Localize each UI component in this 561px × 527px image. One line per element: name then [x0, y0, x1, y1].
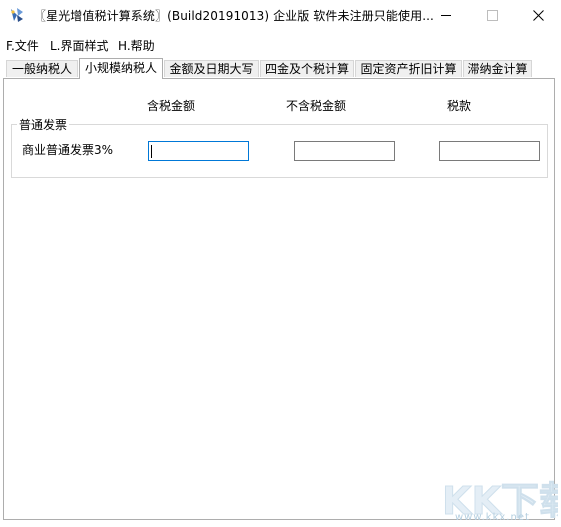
tax-inclusive-amount-input[interactable]	[148, 141, 249, 161]
tab-small-scale-taxpayer[interactable]: 小规模纳税人	[79, 58, 163, 79]
watermark-site: www.kkx.net	[455, 512, 530, 523]
menu-help[interactable]: H.帮助	[118, 37, 155, 54]
window-title: 〖星光增值税计算系统〗(Build20191013) 企业版 软件未注册只能使用…	[34, 9, 434, 23]
minimize-icon	[441, 15, 451, 16]
maximize-button[interactable]	[469, 0, 515, 31]
minimize-button[interactable]	[423, 0, 469, 31]
tax-exclusive-amount-input[interactable]	[294, 141, 395, 161]
menu-ui-style[interactable]: L.界面样式	[50, 37, 109, 54]
menu-file[interactable]: F.文件	[6, 37, 39, 54]
tab-strip: 一般纳税人 小规模纳税人 金额及日期大写 四金及个税计算 固定资产折旧计算 滞纳…	[0, 58, 561, 79]
tab-amount-date-uppercase[interactable]: 金额及日期大写	[164, 60, 259, 77]
maximize-icon	[487, 10, 498, 21]
close-icon	[533, 10, 544, 21]
group-title: 普通发票	[17, 116, 70, 133]
tab-fixed-asset-depreciation[interactable]: 固定资产折旧计算	[355, 60, 462, 77]
column-header-tax: 税款	[447, 99, 472, 113]
tab-late-fee[interactable]: 滞纳金计算	[463, 60, 532, 77]
text-caret	[151, 145, 152, 158]
close-button[interactable]	[515, 0, 561, 31]
app-window: 〖星光增值税计算系统〗(Build20191013) 企业版 软件未注册只能使用…	[0, 0, 561, 527]
tax-amount-input[interactable]	[439, 141, 540, 161]
column-header-tax-exclusive: 不含税金额	[286, 99, 347, 113]
row-label-commercial-invoice: 商业普通发票3%	[22, 143, 114, 157]
column-header-tax-inclusive: 含税金额	[147, 99, 196, 113]
tab-social-insurance-income-tax[interactable]: 四金及个税计算	[260, 60, 354, 77]
tab-general-taxpayer[interactable]: 一般纳税人	[6, 60, 78, 77]
title-bar[interactable]: 〖星光增值税计算系统〗(Build20191013) 企业版 软件未注册只能使用…	[0, 0, 561, 31]
menu-bar: F.文件 L.界面样式 H.帮助	[0, 33, 561, 55]
app-logo-icon	[11, 8, 23, 22]
